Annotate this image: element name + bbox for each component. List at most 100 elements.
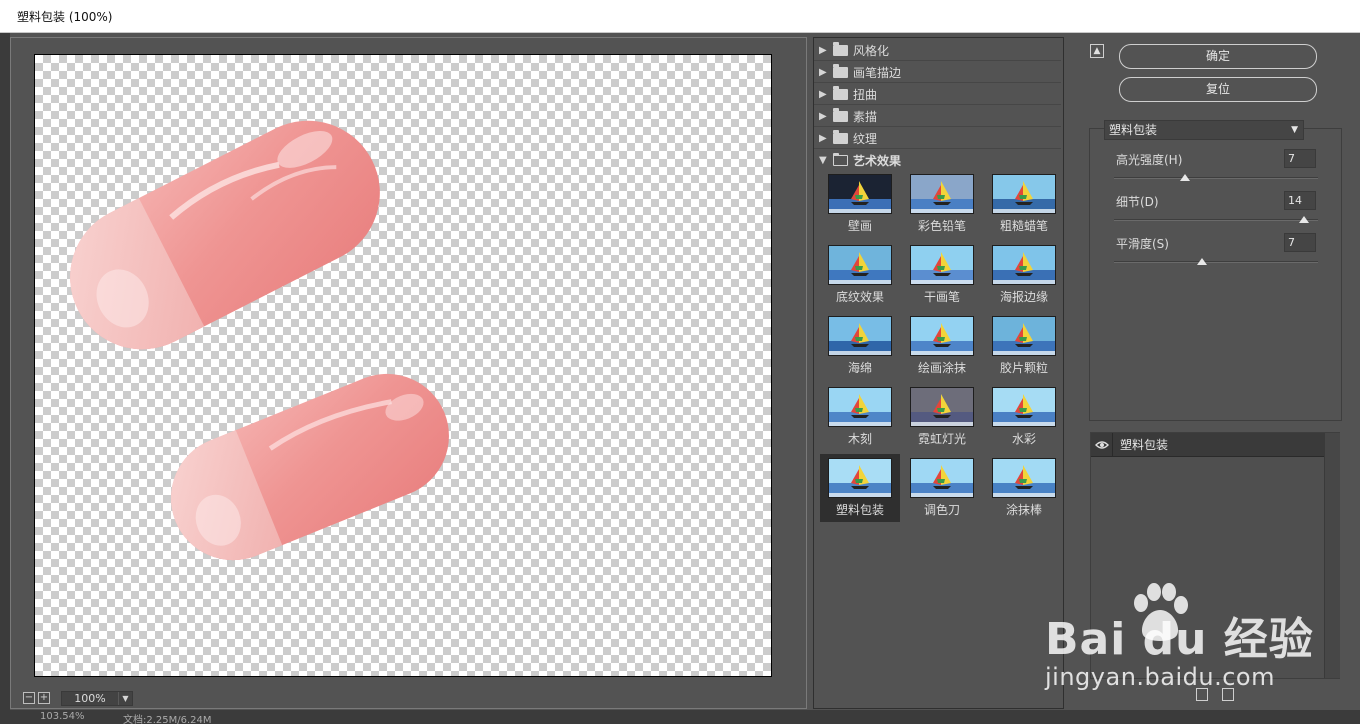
cutout-thumbnail bbox=[828, 387, 892, 427]
category-texture[interactable]: ▶ 纹理 bbox=[814, 128, 1061, 149]
neon-glow-thumbnail bbox=[910, 387, 974, 427]
folder-icon bbox=[833, 129, 848, 144]
chevron-down-icon[interactable]: ▼ bbox=[118, 691, 132, 705]
window-title: 塑料包装 (100%) bbox=[17, 10, 113, 24]
category-distort[interactable]: ▶ 扭曲 bbox=[814, 84, 1061, 105]
effect-layers-panel: 塑料包装 bbox=[1090, 432, 1340, 679]
smoothness-input[interactable]: 7 bbox=[1284, 233, 1316, 252]
filter-thumbnail-item[interactable]: 水彩 bbox=[984, 383, 1063, 451]
layers-scrollbar[interactable] bbox=[1324, 433, 1340, 678]
filter-thumbnail-item[interactable]: 干画笔 bbox=[902, 241, 982, 309]
window-title-bar: 塑料包装 (100%) bbox=[0, 0, 1360, 33]
zoom-out-button[interactable]: − bbox=[23, 692, 35, 704]
filter-thumbnail-label: 壁画 bbox=[847, 219, 872, 233]
filter-thumbnail-label: 海报边缘 bbox=[999, 290, 1048, 304]
category-brush-strokes[interactable]: ▶ 画笔描边 bbox=[814, 62, 1061, 83]
filter-thumbnail-item[interactable]: 粗糙蜡笔 bbox=[984, 170, 1063, 238]
film-grain-thumbnail bbox=[992, 316, 1056, 356]
filter-settings-group bbox=[1089, 128, 1342, 421]
detail-label: 细节(D) bbox=[1116, 195, 1159, 209]
status-bar: 103.54% 文档:2.25M/6.24M bbox=[10, 710, 1360, 724]
expand-arrow-icon: ▶ bbox=[819, 110, 827, 122]
rough-pastels-thumbnail bbox=[992, 174, 1056, 214]
capsule-bottom bbox=[171, 373, 449, 561]
category-sketch[interactable]: ▶ 素描 bbox=[814, 106, 1061, 127]
highlight-strength-label: 高光强度(H) bbox=[1116, 153, 1183, 167]
filter-thumbnail-label: 干画笔 bbox=[923, 290, 960, 304]
highlight-strength-input[interactable]: 7 bbox=[1284, 149, 1316, 168]
expand-arrow-icon: ▶ bbox=[819, 88, 827, 100]
dry-brush-thumbnail bbox=[910, 245, 974, 285]
capsule-top bbox=[70, 120, 380, 350]
filter-thumbnail-item[interactable]: 底纹效果 bbox=[820, 241, 900, 309]
folder-icon bbox=[833, 63, 848, 78]
highlight-strength-slider[interactable] bbox=[1114, 177, 1318, 179]
preview-canvas[interactable] bbox=[34, 54, 772, 677]
filter-thumbnail-item[interactable]: 绘画涂抹 bbox=[902, 312, 982, 380]
collapse-panel-icon[interactable]: ▲ bbox=[1090, 44, 1104, 58]
filter-gallery: ▶ 风格化 ▶ 画笔描边 ▶ 扭曲 ▶ 素描 ▶ 纹理 ▼ 艺术效果 壁画 彩色铅… bbox=[813, 37, 1064, 709]
filter-thumbnail-item[interactable]: 涂抹棒 bbox=[984, 454, 1063, 522]
zoom-bar: − + 100% ▼ bbox=[23, 690, 133, 706]
poster-edges-thumbnail bbox=[992, 245, 1056, 285]
filter-thumbnail-item[interactable]: 壁画 bbox=[820, 170, 900, 238]
filter-thumbnail-label: 木刻 bbox=[847, 432, 872, 446]
status-document-size: 文档:2.25M/6.24M bbox=[123, 715, 212, 724]
trash-icon[interactable] bbox=[1222, 688, 1234, 701]
filter-thumbnail-label: 底纹效果 bbox=[835, 290, 884, 304]
detail-slider[interactable] bbox=[1114, 219, 1318, 221]
zoom-value: 100% bbox=[74, 691, 106, 705]
filter-select[interactable]: 塑料包装 ▼ bbox=[1104, 120, 1304, 140]
detail-input[interactable]: 14 bbox=[1284, 191, 1316, 210]
zoom-select[interactable]: 100% ▼ bbox=[61, 690, 133, 706]
paint-daubs-thumbnail bbox=[910, 316, 974, 356]
reset-button[interactable]: 复位 bbox=[1119, 77, 1317, 102]
filter-thumbnail-item[interactable]: 塑料包装 bbox=[820, 454, 900, 522]
smudge-stick-thumbnail bbox=[992, 458, 1056, 498]
highlight-strength-slider-thumb[interactable] bbox=[1180, 174, 1191, 181]
filter-thumbnail-label: 塑料包装 bbox=[835, 503, 884, 517]
collapse-arrow-icon: ▼ bbox=[819, 155, 827, 166]
filter-thumbnail-item[interactable]: 海绵 bbox=[820, 312, 900, 380]
filter-thumbnail-item[interactable]: 彩色铅笔 bbox=[902, 170, 982, 238]
colored-pencil-thumbnail bbox=[910, 174, 974, 214]
new-effect-layer-icon[interactable] bbox=[1196, 688, 1208, 701]
left-edge-strip bbox=[0, 33, 10, 724]
filter-thumbnail-label: 绘画涂抹 bbox=[917, 361, 966, 375]
filter-thumbnail-label: 水彩 bbox=[1011, 432, 1036, 446]
smoothness-label: 平滑度(S) bbox=[1116, 237, 1169, 251]
capsule-image bbox=[70, 120, 449, 561]
filter-thumbnail-item[interactable]: 霓虹灯光 bbox=[902, 383, 982, 451]
filter-thumbnail-label: 调色刀 bbox=[923, 503, 960, 517]
plastic-wrap-thumbnail bbox=[828, 458, 892, 498]
mural-thumbnail bbox=[828, 174, 892, 214]
filter-thumbnail-item[interactable]: 海报边缘 bbox=[984, 241, 1063, 309]
chevron-down-icon: ▼ bbox=[1291, 125, 1298, 135]
filter-thumbnail-label: 粗糙蜡笔 bbox=[999, 219, 1048, 233]
ok-button[interactable]: 确定 bbox=[1119, 44, 1317, 69]
expand-arrow-icon: ▶ bbox=[819, 132, 827, 144]
smoothness-slider-thumb[interactable] bbox=[1196, 258, 1207, 265]
category-artistic[interactable]: ▼ 艺术效果 bbox=[814, 150, 1061, 171]
sponge-thumbnail bbox=[828, 316, 892, 356]
filter-thumbnail-label: 彩色铅笔 bbox=[917, 219, 966, 233]
open-folder-icon bbox=[833, 153, 848, 166]
effect-layer-row[interactable]: 塑料包装 bbox=[1091, 432, 1324, 457]
watercolor-thumbnail bbox=[992, 387, 1056, 427]
underpainting-thumbnail bbox=[828, 245, 892, 285]
expand-arrow-icon: ▶ bbox=[819, 66, 827, 78]
eye-icon[interactable] bbox=[1091, 432, 1113, 457]
expand-arrow-icon: ▶ bbox=[819, 44, 827, 56]
preview-panel: − + 100% ▼ bbox=[10, 37, 807, 709]
filter-thumbnail-item[interactable]: 胶片颗粒 bbox=[984, 312, 1063, 380]
filter-thumbnail-item[interactable]: 调色刀 bbox=[902, 454, 982, 522]
zoom-in-button[interactable]: + bbox=[38, 692, 50, 704]
filter-thumbnail-label: 涂抹棒 bbox=[1005, 503, 1042, 517]
category-stylize[interactable]: ▶ 风格化 bbox=[814, 40, 1061, 61]
filter-thumbnail-label: 海绵 bbox=[847, 361, 872, 375]
detail-slider-thumb[interactable] bbox=[1298, 216, 1309, 223]
smoothness-slider[interactable] bbox=[1114, 261, 1318, 263]
filter-thumbnail-label: 胶片颗粒 bbox=[999, 361, 1048, 375]
filter-thumbnail-label: 霓虹灯光 bbox=[917, 432, 966, 446]
filter-thumbnail-item[interactable]: 木刻 bbox=[820, 383, 900, 451]
